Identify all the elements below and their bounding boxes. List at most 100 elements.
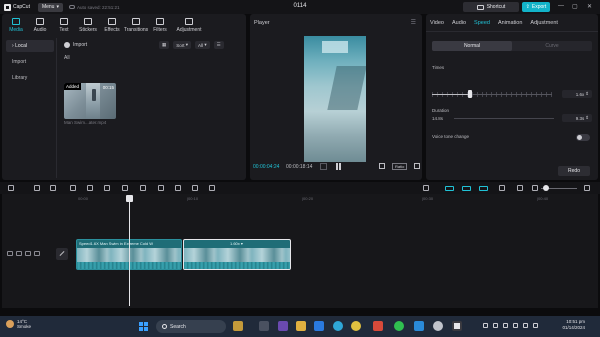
rotate-icon[interactable]: [192, 185, 198, 191]
preview-axis-icon[interactable]: [499, 185, 505, 191]
speed-slider-fill: [432, 94, 471, 95]
times-value: 1.6x: [575, 91, 585, 97]
edit-cover-button[interactable]: [56, 248, 68, 260]
sidenav-item-local[interactable]: › Local: [6, 40, 54, 52]
tab-transitions[interactable]: Transitions: [124, 14, 148, 36]
menu-icon[interactable]: ☰: [411, 19, 416, 26]
chevron-up-icon[interactable]: [483, 323, 488, 328]
clip-speed-badge: 1.60x ▾: [230, 241, 243, 246]
language-icon[interactable]: [503, 323, 508, 328]
settings-gear-icon[interactable]: [433, 321, 443, 331]
voice-tone-toggle[interactable]: [576, 134, 590, 141]
pause-button[interactable]: [336, 163, 343, 170]
fit-icon[interactable]: [379, 163, 385, 169]
shortcut-button[interactable]: Shortcut: [463, 2, 519, 12]
app-icon[interactable]: [414, 321, 424, 331]
grid-view-icon[interactable]: ▦: [159, 41, 170, 49]
tab-audio-props[interactable]: Audio: [448, 20, 470, 26]
tab-text[interactable]: Text: [52, 14, 76, 36]
mode-curve[interactable]: Curve: [512, 41, 592, 51]
main-track-magnet-icon[interactable]: [445, 185, 454, 191]
split-icon[interactable]: [70, 185, 76, 191]
start-icon[interactable]: [139, 322, 148, 331]
volume-icon[interactable]: [523, 323, 528, 328]
ruler-label: |00:30: [422, 196, 434, 201]
media-card[interactable]: Added 00:15: [64, 83, 116, 119]
import-button[interactable]: Import: [64, 42, 87, 48]
redo-icon[interactable]: [50, 185, 56, 191]
duration-value-field[interactable]: 9.3s ⇕: [562, 114, 592, 122]
taskbar-search[interactable]: Search: [156, 320, 226, 333]
sort-button[interactable]: Sort ▾: [173, 41, 192, 49]
marker-icon[interactable]: [140, 185, 146, 191]
tab-stickers[interactable]: Stickers: [76, 14, 100, 36]
fullscreen-icon[interactable]: [414, 163, 420, 169]
select-icon[interactable]: [8, 185, 14, 191]
title-bar: CapCut Menu ▾ Auto saved: 22:51:21 0114 …: [0, 0, 600, 14]
chrome-browser-icon[interactable]: [351, 321, 361, 331]
times-label: Times: [432, 65, 445, 70]
mode-normal[interactable]: Normal: [432, 41, 512, 51]
wifi-icon[interactable]: [513, 323, 518, 328]
zoom-in-icon[interactable]: [584, 185, 590, 191]
onedrive-icon[interactable]: [493, 323, 498, 328]
filter-button[interactable]: All ▾: [195, 41, 210, 49]
close-button[interactable]: ✕: [587, 3, 592, 10]
mirror-icon[interactable]: [175, 185, 181, 191]
linkage-icon[interactable]: [479, 185, 488, 191]
ratio-button[interactable]: Ratio: [392, 163, 408, 170]
crop-icon[interactable]: [209, 185, 215, 191]
whatsapp-icon[interactable]: [394, 321, 404, 331]
delete-icon[interactable]: [122, 185, 128, 191]
tab-effects[interactable]: Effects: [100, 14, 124, 36]
microphone-icon[interactable]: [423, 185, 429, 191]
sidenav-item-library[interactable]: Library: [6, 72, 54, 84]
speed-slider-handle[interactable]: [468, 90, 473, 98]
list-view-icon[interactable]: ☰: [213, 41, 224, 49]
speed-slider[interactable]: [432, 94, 552, 95]
tab-adjustment-props[interactable]: Adjustment: [526, 20, 562, 26]
split-right-icon[interactable]: [104, 185, 110, 191]
tab-adjustment[interactable]: Adjustment: [172, 14, 206, 36]
weather-widget[interactable]: 14°C Smoke: [6, 319, 31, 329]
zoom-slider-handle[interactable]: [543, 185, 549, 191]
undo-icon[interactable]: [34, 185, 40, 191]
tab-animation[interactable]: Animation: [494, 20, 526, 26]
edge-browser-icon[interactable]: [333, 321, 343, 331]
tab-filters[interactable]: Filters: [148, 14, 172, 36]
sidenav-item-import[interactable]: Import: [6, 56, 54, 68]
minimize-button[interactable]: —: [558, 3, 564, 9]
playhead[interactable]: [129, 196, 130, 306]
tab-media[interactable]: Media: [4, 14, 28, 36]
split-left-icon[interactable]: [87, 185, 93, 191]
redo-button[interactable]: Redo: [558, 166, 590, 176]
file-explorer-icon[interactable]: [296, 321, 306, 331]
filter-label: All: [198, 42, 204, 48]
teams-app-icon[interactable]: [278, 321, 288, 331]
zoom-out-icon[interactable]: [532, 185, 538, 191]
battery-icon[interactable]: [533, 323, 538, 328]
video-preview[interactable]: [304, 36, 366, 162]
capcut-taskbar-icon[interactable]: [452, 321, 462, 331]
taskbar-clock[interactable]: 10:51 pm 01/14/2024: [555, 319, 585, 331]
store-app-icon[interactable]: [314, 321, 324, 331]
widgets-app-icon[interactable]: [233, 321, 243, 331]
task-view-icon[interactable]: [259, 321, 269, 331]
weather-icon: [6, 320, 14, 328]
times-value-field[interactable]: 1.6x ⇕: [562, 90, 592, 98]
track-cover-icon[interactable]: [7, 251, 13, 256]
frame-icon[interactable]: [320, 163, 327, 170]
lock-icon[interactable]: [16, 251, 22, 256]
reverse-icon[interactable]: [158, 185, 164, 191]
auto-snap-icon[interactable]: [462, 185, 471, 191]
maximize-button[interactable]: ▢: [572, 3, 578, 10]
tab-video[interactable]: Video: [426, 20, 448, 26]
eye-icon[interactable]: [25, 251, 31, 256]
speaker-icon[interactable]: [34, 251, 40, 256]
tab-audio[interactable]: Audio: [28, 14, 52, 36]
timeline-clip-selected[interactable]: 1.60x ▾: [183, 239, 291, 270]
app-icon[interactable]: [373, 321, 383, 331]
tab-speed[interactable]: Speed: [470, 20, 494, 26]
export-button[interactable]: ⇪ Export: [522, 2, 550, 12]
caption-icon[interactable]: [517, 185, 523, 191]
